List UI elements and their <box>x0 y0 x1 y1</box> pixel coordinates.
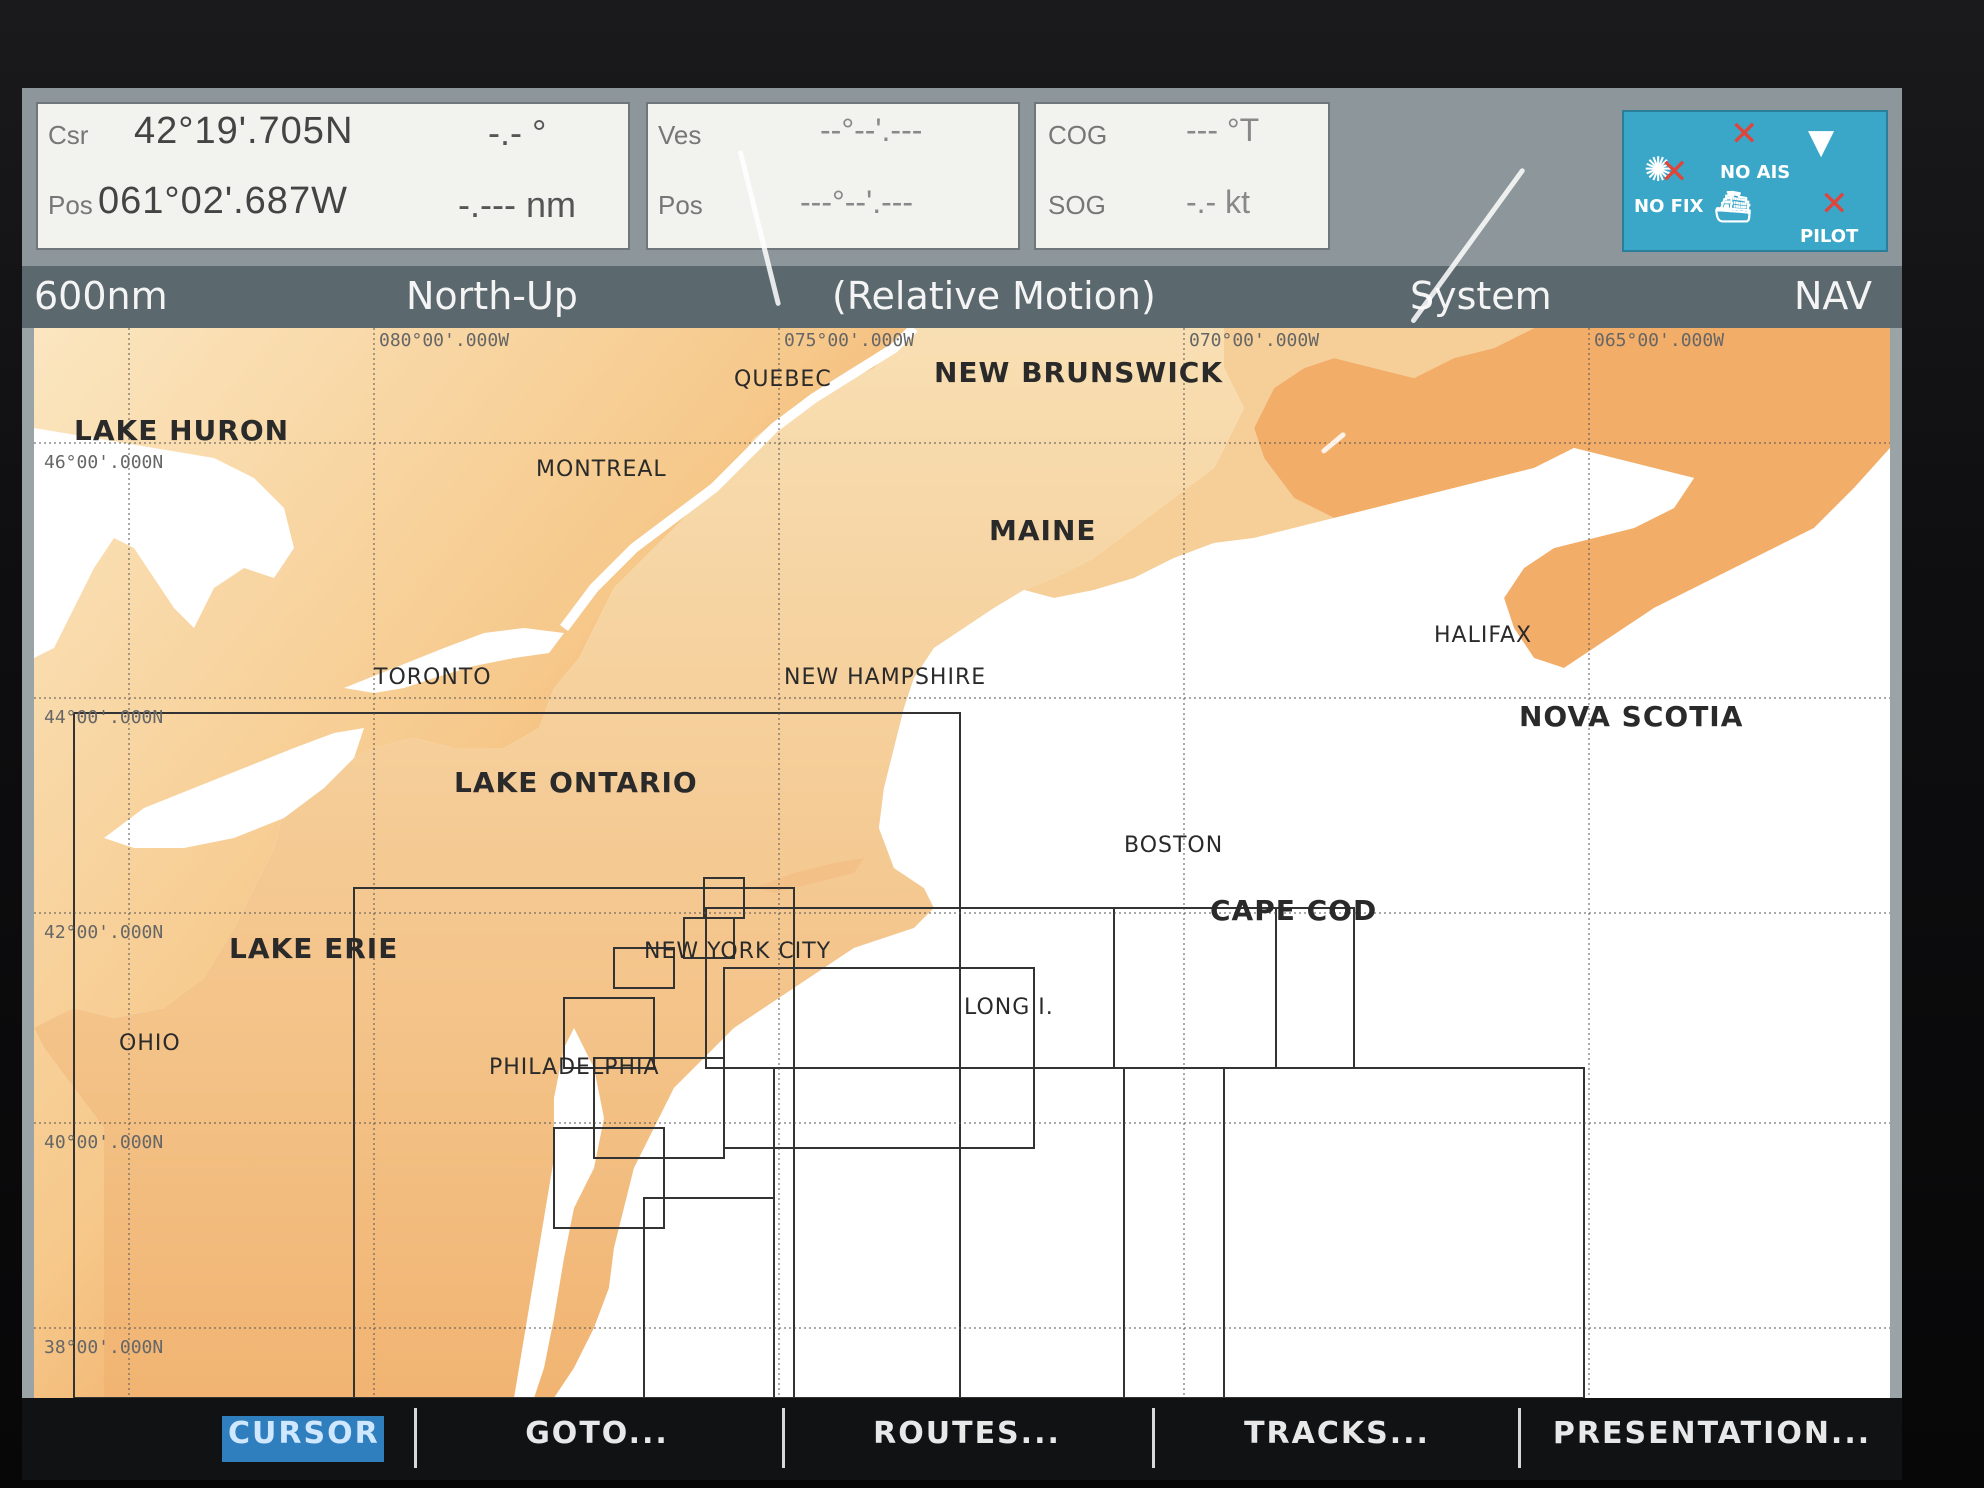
presentation-softkey[interactable]: PRESENTATION... <box>1542 1416 1882 1462</box>
course-speed-box: COG --- °T SOG -.- kt <box>1034 102 1330 250</box>
no-ais-status: NO AIS <box>1720 162 1791 183</box>
sog-value: -.- kt <box>1186 184 1250 220</box>
nav-mode[interactable]: NAV <box>1794 274 1872 318</box>
lat-label-44: 44°00'.000N <box>44 707 163 728</box>
place-long-island: LONG I. <box>964 995 1054 1020</box>
lat-label-46: 46°00'.000N <box>44 452 163 473</box>
data-bar: Csr 42°19'.705N -.- ° Pos 061°02'.687W -… <box>22 88 1902 266</box>
boat-icon: ⛴ <box>1714 190 1753 225</box>
cursor-bearing: -.- ° <box>488 112 547 153</box>
lon-label-065: 065°00'.000W <box>1594 330 1724 351</box>
no-fix-cross-icon: ✕ <box>1660 152 1689 192</box>
cog-label: COG <box>1048 120 1108 150</box>
pos-label: Pos <box>48 190 93 220</box>
softkey-divider <box>1518 1408 1521 1468</box>
ves-label: Ves <box>658 120 702 150</box>
orientation-mode[interactable]: North-Up <box>406 274 578 318</box>
lat-label-42: 42°00'.000N <box>44 922 163 943</box>
goto-softkey[interactable]: GOTO... <box>472 1416 722 1462</box>
routes-softkey[interactable]: ROUTES... <box>842 1416 1092 1462</box>
pilot-cross-icon: ✕ <box>1820 184 1849 224</box>
no-ais-cross-icon: ✕ <box>1730 114 1759 154</box>
place-philadelphia: PHILADELPHIA <box>489 1055 660 1080</box>
radar-icon: ▼ <box>1808 122 1835 162</box>
lon-label-080: 080°00'.000W <box>379 330 509 351</box>
place-halifax: HALIFAX <box>1434 623 1532 648</box>
place-lake-erie: LAKE ERIE <box>229 932 398 965</box>
vessel-position-box: Ves --°--'.--- Pos ---°--'.--- <box>646 102 1020 250</box>
range-scale[interactable]: 600nm <box>34 274 168 318</box>
softkey-divider <box>782 1408 785 1468</box>
place-new-york-city: NEW YORK CITY <box>644 939 831 964</box>
cursor-range: -.--- nm <box>458 184 576 225</box>
lon-label-075: 075°00'.000W <box>784 330 914 351</box>
chart-header: 600nm North-Up (Relative Motion) System … <box>22 266 1902 328</box>
place-ohio: OHIO <box>119 1031 181 1056</box>
place-boston: BOSTON <box>1124 833 1223 858</box>
place-montreal: MONTREAL <box>536 457 667 482</box>
no-fix-status: NO FIX <box>1634 196 1704 217</box>
place-new-brunswick: NEW BRUNSWICK <box>934 356 1223 389</box>
cog-value: --- °T <box>1186 112 1260 148</box>
vessel-latitude: --°--'.--- <box>820 112 923 148</box>
lon-label-070: 070°00'.000W <box>1189 330 1319 351</box>
tracks-softkey[interactable]: TRACKS... <box>1212 1416 1462 1462</box>
chartplotter-screen: Csr 42°19'.705N -.- ° Pos 061°02'.687W -… <box>22 88 1902 1480</box>
softkey-divider <box>1152 1408 1155 1468</box>
place-maine: MAINE <box>989 514 1097 547</box>
cursor-longitude: 061°02'.687W <box>98 180 348 222</box>
lat-label-38: 38°00'.000N <box>44 1337 163 1358</box>
sog-label: SOG <box>1048 190 1106 220</box>
chart-svg[interactable]: 080°00'.000W 075°00'.000W 070°00'.000W 0… <box>34 328 1890 1398</box>
vessel-longitude: ---°--'.--- <box>800 184 914 220</box>
softkey-bar: CURSOR GOTO... ROUTES... TRACKS... PRESE… <box>22 1398 1902 1480</box>
status-panel: ✺ ✕ NO FIX ✕ NO AIS ⛴ ▼ ✕ PILOT <box>1622 110 1888 252</box>
nautical-chart[interactable]: 080°00'.000W 075°00'.000W 070°00'.000W 0… <box>34 328 1890 1398</box>
place-lake-huron: LAKE HURON <box>74 414 289 447</box>
vessel-pos-label: Pos <box>658 190 703 220</box>
place-quebec: QUEBEC <box>734 367 832 392</box>
cursor-softkey[interactable]: CURSOR <box>222 1416 384 1462</box>
lat-label-40: 40°00'.000N <box>44 1132 163 1153</box>
place-cape-cod: CAPE COD <box>1210 894 1377 927</box>
cursor-latitude: 42°19'.705N <box>134 110 354 152</box>
place-nova-scotia: NOVA SCOTIA <box>1519 700 1743 733</box>
softkey-divider <box>414 1408 417 1468</box>
csr-label: Csr <box>48 120 89 150</box>
pilot-status: PILOT <box>1800 226 1859 247</box>
place-new-hampshire: NEW HAMPSHIRE <box>784 665 986 690</box>
cursor-position-box: Csr 42°19'.705N -.- ° Pos 061°02'.687W -… <box>36 102 630 250</box>
place-lake-ontario: LAKE ONTARIO <box>454 766 698 799</box>
place-toronto: TORONTO <box>373 665 492 690</box>
motion-mode[interactable]: (Relative Motion) <box>832 274 1156 318</box>
